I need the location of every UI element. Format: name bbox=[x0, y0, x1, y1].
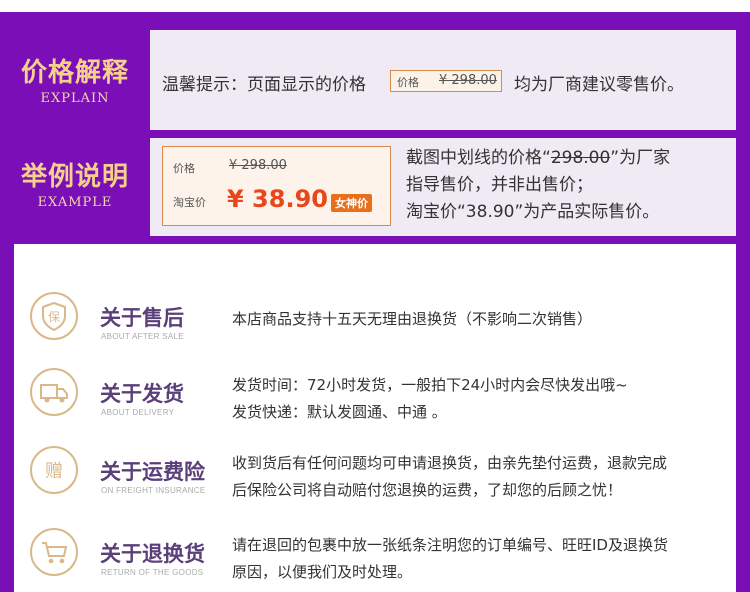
service-title: 关于售后 bbox=[100, 306, 184, 330]
service-subtitle: ABOUT AFTER SALE bbox=[101, 332, 184, 341]
example-line-1: 截图中划线的价格“298.00”为厂家 bbox=[406, 145, 726, 172]
example-line-3: 淘宝价“38.90”为产品实际售价。 bbox=[406, 202, 660, 222]
service-title: 关于退换货 bbox=[100, 542, 205, 566]
example-badge: 女神价 bbox=[331, 194, 372, 212]
svg-text:赠: 赠 bbox=[45, 461, 63, 482]
service-subtitle: ABOUT DELIVERY bbox=[101, 408, 175, 417]
explain-title: 价格解释 bbox=[20, 58, 129, 88]
sample-price-label: 价格 bbox=[397, 76, 419, 89]
sample-price-tag: 价格 ¥ 298.00 bbox=[390, 70, 502, 92]
service-desc-line: 本店商品支持十五天无理由退换货（不影响二次销售） bbox=[232, 310, 593, 328]
shopping-cart-icon bbox=[30, 528, 78, 576]
service-title: 关于运费险 bbox=[100, 460, 205, 484]
service-desc: 请在退回的包裹中放一张纸条注明您的订单编号、旺旺ID及退换货 原因，以便我们及时… bbox=[232, 532, 722, 586]
example-price-label: 价格 bbox=[173, 162, 195, 175]
example-label: 举例说明 EXAMPLE bbox=[0, 156, 150, 210]
left-border bbox=[0, 244, 14, 592]
example-title: 举例说明 bbox=[20, 162, 129, 192]
explain-label: 价格解释 EXPLAIN bbox=[0, 52, 150, 106]
notice-suffix: 均为厂商建议零售价。 bbox=[514, 75, 684, 95]
right-border bbox=[736, 244, 750, 592]
service-desc-line: 收到货后有任何问题均可申请退换货，由亲先垫付运费，退款完成 bbox=[232, 454, 668, 472]
svg-text:保: 保 bbox=[48, 310, 60, 324]
example-line-2: 指导售价，并非出售价； bbox=[406, 175, 593, 195]
service-desc-line: 请在退回的包裹中放一张纸条注明您的订单编号、旺旺ID及退换货 bbox=[232, 536, 668, 554]
service-desc: 本店商品支持十五天无理由退换货（不影响二次销售） bbox=[232, 306, 722, 333]
zeng-gift-icon: 赠 bbox=[30, 446, 78, 494]
example-price-box: 价格 ¥ 298.00 淘宝价 ¥ 38.90 女神价 bbox=[162, 146, 391, 226]
service-desc-line: 发货快递：默认发圆通、中通 。 bbox=[232, 403, 447, 421]
sample-old-price: ¥ 298.00 bbox=[439, 73, 497, 88]
top-strip bbox=[0, 0, 750, 12]
service-desc-line: 发货时间：72小时发货，一般拍下24小时内会尽快发出哦~ bbox=[232, 376, 628, 394]
service-title: 关于发货 bbox=[100, 382, 184, 406]
example-line-1-strike: 298.00 bbox=[550, 148, 611, 168]
example-explanation: 截图中划线的价格“298.00”为厂家 指导售价，并非出售价； 淘宝价“38.9… bbox=[406, 145, 726, 226]
service-desc-line: 后保险公司将自动赔付您退换的运费，了却您的后顾之忧！ bbox=[232, 481, 623, 499]
example-line-1b: ”为厂家 bbox=[610, 148, 671, 168]
notice-prefix: 温馨提示：页面显示的价格 bbox=[162, 75, 366, 95]
service-desc-line: 原因，以便我们及时处理。 bbox=[232, 563, 413, 581]
service-subtitle: ON FREIGHT INSURANCE bbox=[101, 486, 206, 495]
explain-subtitle: EXPLAIN bbox=[40, 91, 110, 106]
service-subtitle: RETURN OF THE GOODS bbox=[101, 568, 204, 577]
example-line-1a: 截图中划线的价格“ bbox=[406, 148, 551, 168]
service-desc: 发货时间：72小时发货，一般拍下24小时内会尽快发出哦~ 发货快递：默认发圆通、… bbox=[232, 372, 722, 426]
example-taobao-label: 淘宝价 bbox=[173, 196, 206, 209]
shield-bao-icon: 保 bbox=[30, 292, 78, 340]
delivery-truck-icon bbox=[30, 368, 78, 416]
service-desc: 收到货后有任何问题均可申请退换货，由亲先垫付运费，退款完成 后保险公司将自动赔付… bbox=[232, 450, 722, 504]
example-old-price: ¥ 298.00 bbox=[229, 158, 287, 173]
example-new-price: ¥ 38.90 bbox=[227, 185, 328, 213]
example-subtitle: EXAMPLE bbox=[37, 195, 113, 210]
